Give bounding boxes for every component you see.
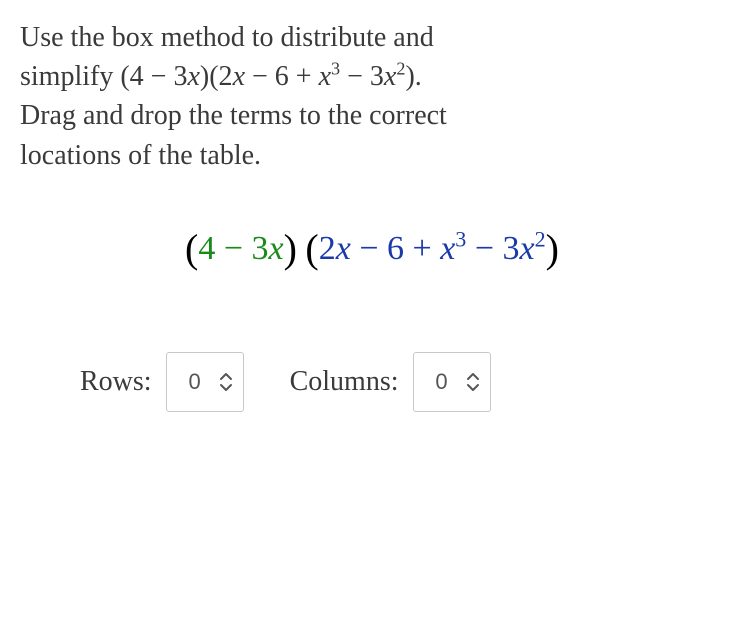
display-expression: (4 − 3x) (2x − 6 + x3 − 3x2) xyxy=(20,225,724,272)
factor-1: 4 − 3x xyxy=(198,230,283,267)
rparen-1: ) xyxy=(284,226,297,271)
chevron-up-icon[interactable] xyxy=(219,371,233,381)
lparen-2: ( xyxy=(305,226,318,271)
columns-label: Columns: xyxy=(290,366,399,398)
rows-stepper[interactable]: 0 xyxy=(166,352,244,412)
chevron-down-icon[interactable] xyxy=(466,383,480,393)
rows-value: 0 xyxy=(185,369,205,395)
columns-stepper-arrows[interactable] xyxy=(466,371,480,393)
instructions-line4: locations of the table. xyxy=(20,140,261,171)
instructions-expression: (4 − 3x)(2x − 6 + x3 − 3x2). xyxy=(120,61,421,92)
instructions-text: Use the box method to distribute and sim… xyxy=(20,18,724,175)
rows-stepper-arrows[interactable] xyxy=(219,371,233,393)
columns-value: 0 xyxy=(432,369,452,395)
dimension-controls: Rows: 0 Columns: 0 xyxy=(20,352,724,412)
factor-2: 2x − 6 + x3 − 3x2 xyxy=(319,230,546,267)
lparen-1: ( xyxy=(185,226,198,271)
instructions-line3: Drag and drop the terms to the correct xyxy=(20,100,447,131)
instructions-line2-pre: simplify xyxy=(20,61,120,92)
rows-label: Rows: xyxy=(80,366,152,398)
chevron-down-icon[interactable] xyxy=(219,383,233,393)
columns-stepper[interactable]: 0 xyxy=(413,352,491,412)
instructions-line1: Use the box method to distribute and xyxy=(20,22,434,53)
rparen-2: ) xyxy=(546,226,559,271)
chevron-up-icon[interactable] xyxy=(466,371,480,381)
